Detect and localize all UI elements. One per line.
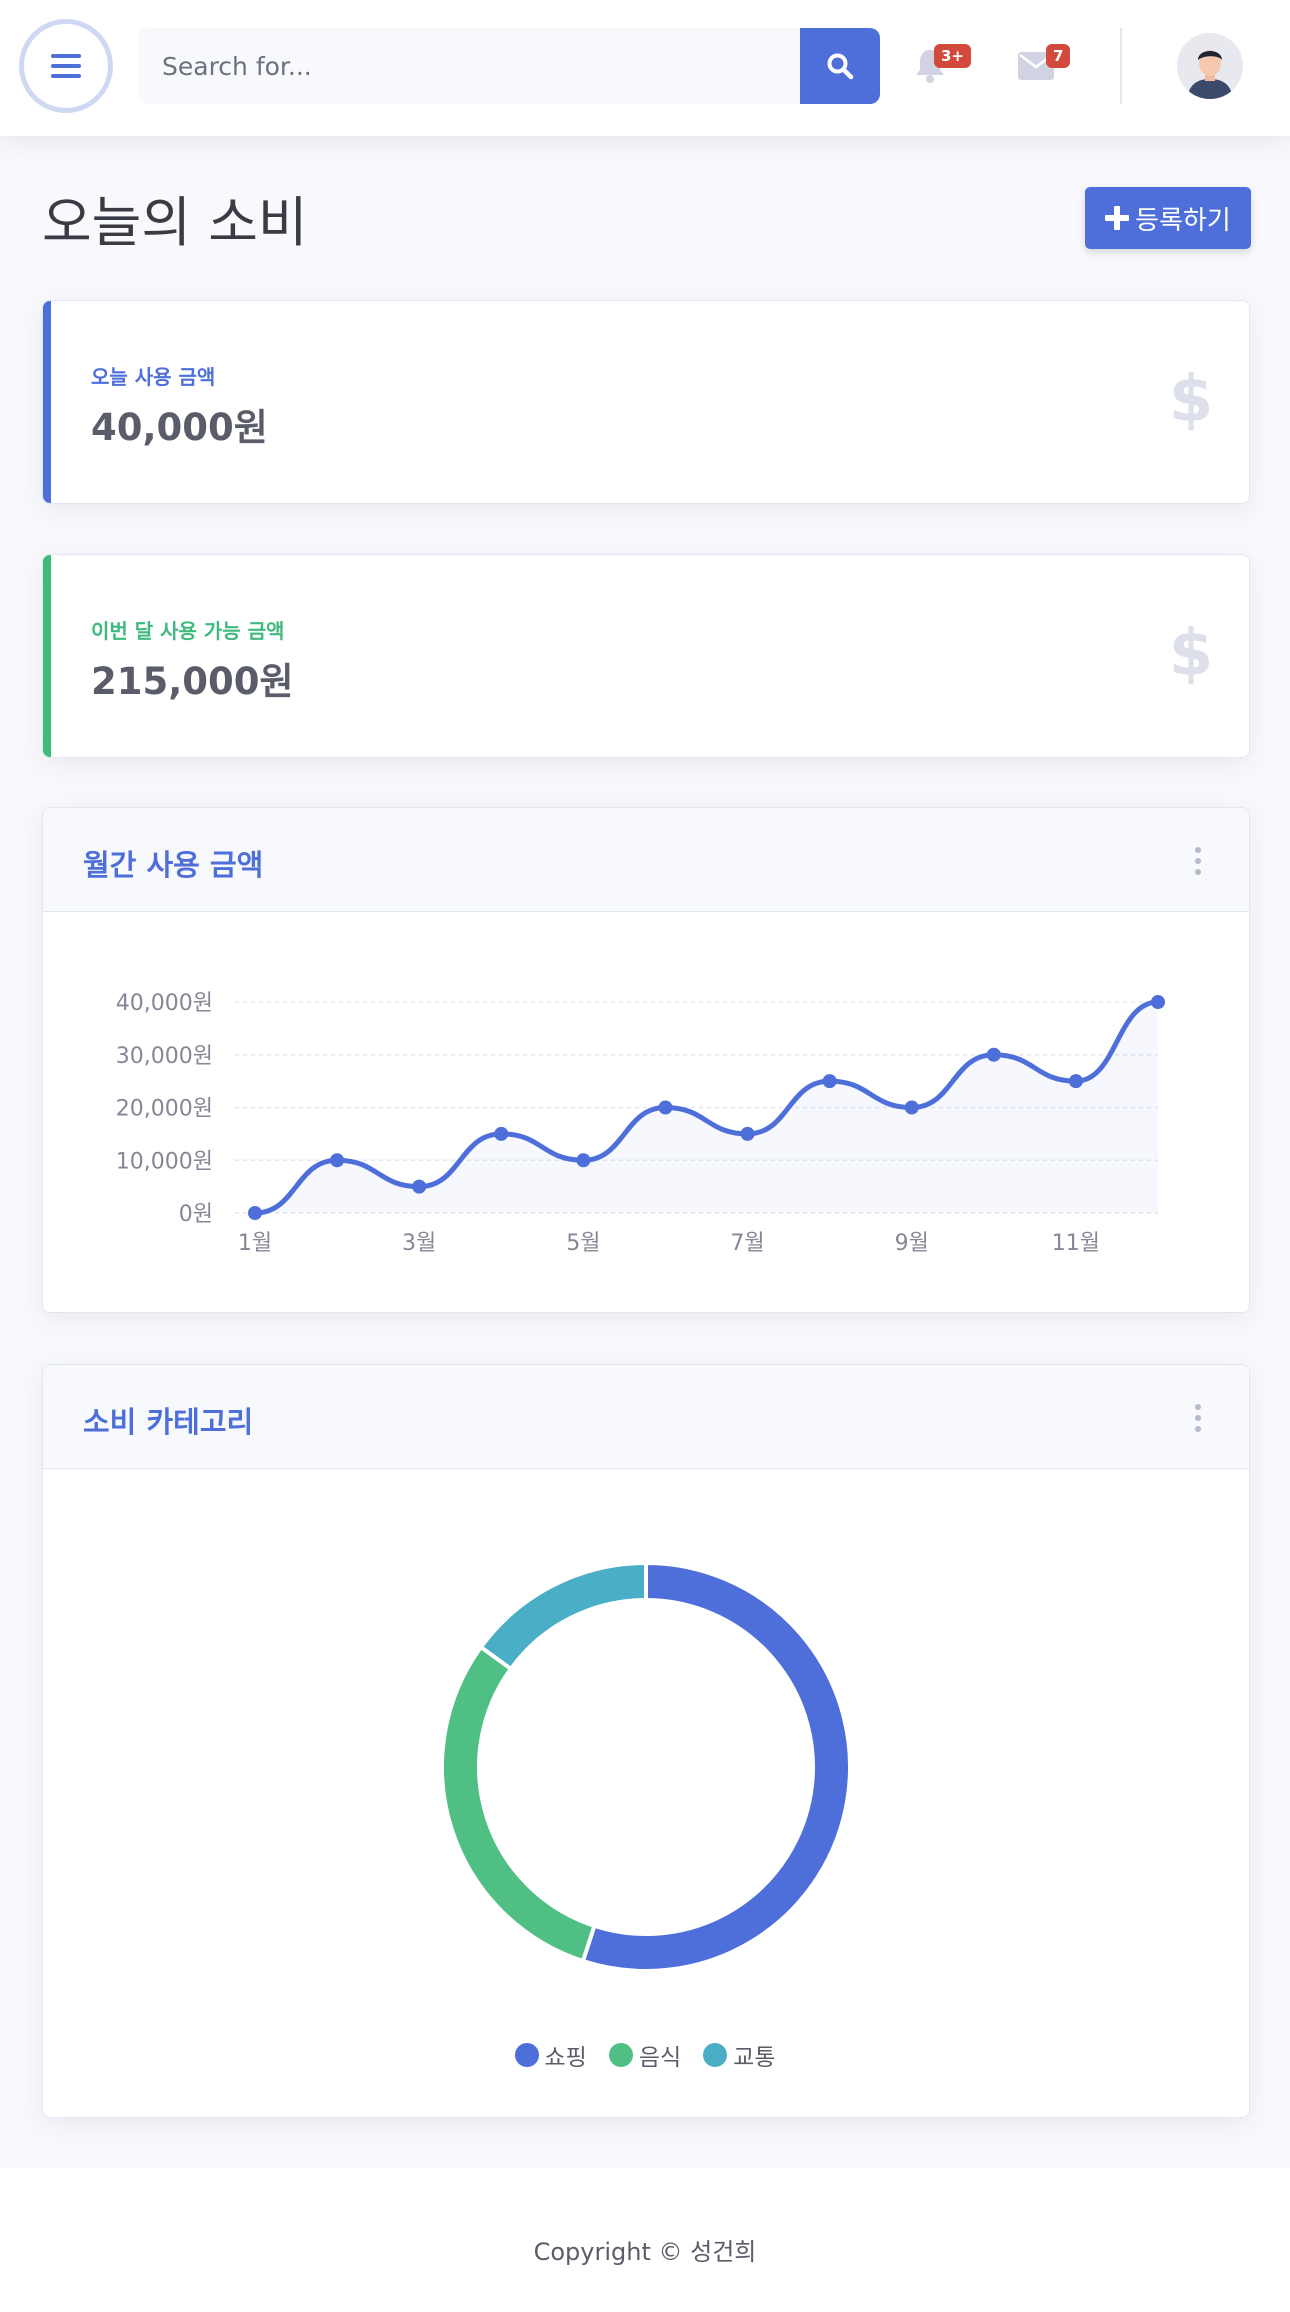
chart-legend: 쇼핑 음식 교통 [0,2038,1290,2072]
monthly-available-card: 이번 달 사용 가능 금액 215,000원 $ [42,554,1250,758]
category-donut-chart [440,1560,852,1973]
svg-text:$: $ [1169,363,1213,433]
dollar-icon: $ [1169,617,1213,687]
messages-badge: 7 [1046,44,1071,68]
donut-slice [478,1560,648,1672]
search-input[interactable] [138,28,800,104]
alerts-button[interactable]: 3+ [908,30,974,96]
y-tick-label: 10,000원 [116,1149,213,1174]
search-button[interactable] [800,28,880,104]
more-vertical-icon[interactable] [1193,1403,1203,1433]
register-button[interactable]: 등록하기 [1085,187,1251,249]
card-accent-bar [43,555,51,757]
stat-label: 오늘 사용 금액 [91,365,216,389]
legend-label: 음식 [638,2045,682,2071]
sidebar-toggle-button[interactable] [19,19,113,113]
x-tick-label: 1월 [238,1231,272,1256]
today-spending-card: 오늘 사용 금액 40,000원 $ [42,300,1250,504]
donut-slice [580,1560,852,1973]
panel-header: 월간 사용 금액 [43,808,1249,912]
data-point [904,1100,919,1115]
monthly-line-chart: 0원 10,000원 20,000원 30,000원 40,000원 1월 3월 5월 7월 9월… [116,991,1165,1256]
panel-title: 월간 사용 금액 [83,848,264,882]
x-tick-label: 9월 [895,1231,929,1256]
hamburger-icon [51,54,81,78]
dollar-icon: $ [1169,363,1213,433]
legend-label: 교통 [733,2045,776,2071]
monthly-spending-panel: 월간 사용 금액 0원 10,000원 20,000원 30,000원 40,000원 1… [42,807,1250,1313]
topbar: 3+ 7 [0,0,1290,136]
y-tick-label: 30,000원 [116,1044,213,1069]
search-bar [138,28,880,104]
copyright-text: Copyright © 성건희 [533,2238,757,2266]
y-tick-label: 40,000원 [116,991,213,1016]
svg-text:$: $ [1169,617,1213,687]
card-accent-bar [43,301,51,503]
legend-item[interactable]: 음식 [608,2038,682,2072]
more-vertical-icon[interactable] [1193,846,1203,876]
stat-label: 이번 달 사용 가능 금액 [91,619,285,643]
topbar-divider [1120,28,1122,104]
data-point [412,1179,427,1194]
page-title: 오늘의 소비 [42,191,308,254]
legend-item[interactable]: 쇼핑 [514,2038,587,2072]
alerts-badge: 3+ [934,44,972,68]
y-tick-label: 0원 [179,1202,213,1227]
category-panel: 소비 카테고리 [42,1364,1250,2118]
data-point [1068,1074,1083,1089]
search-icon [827,53,854,80]
register-button-label: 등록하기 [1135,205,1231,236]
data-point [576,1153,591,1168]
legend-swatch [514,2043,539,2067]
legend-item[interactable]: 교통 [703,2038,775,2072]
messages-button[interactable]: 7 [1014,30,1080,96]
data-point [740,1126,755,1141]
data-point [658,1100,673,1115]
data-point [1151,995,1165,1009]
legend-label: 쇼핑 [544,2045,587,2071]
stat-value: 215,000원 [91,660,294,703]
stat-value: 40,000원 [91,406,268,449]
donut-slice [440,1644,597,1964]
x-tick-label: 7월 [730,1231,764,1256]
plus-icon [1105,206,1130,230]
x-tick-label: 3월 [402,1231,436,1256]
data-point [822,1074,837,1089]
user-avatar-icon [1177,33,1243,99]
legend-swatch [703,2043,728,2067]
data-point [986,1047,1001,1062]
y-tick-label: 20,000원 [116,1097,213,1122]
legend-swatch [608,2043,633,2067]
data-point [248,1206,262,1220]
data-point [330,1153,345,1168]
panel-header: 소비 카테고리 [43,1365,1249,1469]
x-tick-label: 5월 [566,1231,600,1256]
panel-title: 소비 카테고리 [83,1405,254,1439]
user-avatar[interactable] [1177,33,1243,99]
data-point [494,1126,509,1141]
x-tick-label: 11월 [1052,1231,1100,1256]
